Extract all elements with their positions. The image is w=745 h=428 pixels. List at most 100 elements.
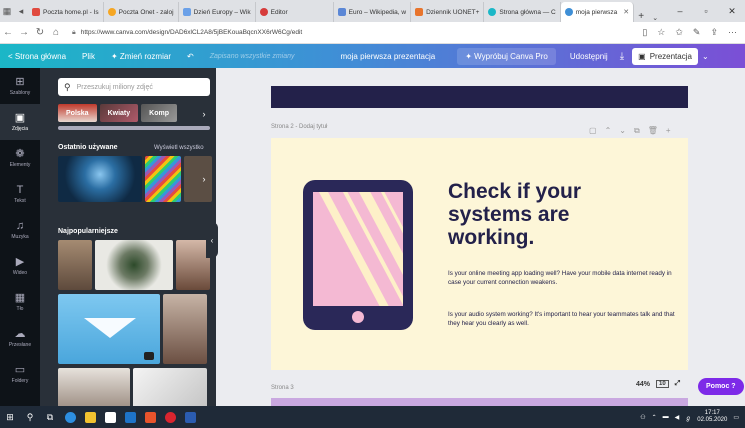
tab-actions-icon[interactable]: ▦ — [0, 0, 14, 22]
recent-photo-pencils[interactable] — [145, 156, 181, 202]
browser-tab[interactable]: Dzień Europy – Wik — [179, 2, 256, 22]
edge-icon[interactable] — [60, 406, 80, 428]
try-pro-button[interactable]: ✦ Wypróbuj Canva Pro — [457, 47, 556, 65]
rail-item-photos[interactable]: ▣ Zdjęcia — [0, 104, 40, 140]
browser-tab[interactable]: Poczta home.pl - Is — [28, 2, 104, 22]
popular-photo-desk[interactable] — [133, 368, 207, 406]
popular-photo-couch[interactable] — [58, 240, 92, 290]
page-2-label[interactable]: Strona 2 - Dodaj tytuł — [271, 124, 327, 130]
url-field[interactable]: 🔒︎ https://www.canva.com/design/DAD6xlCL… — [72, 25, 572, 41]
home-icon[interactable]: ⌂ — [48, 27, 64, 38]
word-icon[interactable] — [180, 406, 200, 428]
rail-item-background[interactable]: ▦ Tło — [0, 284, 40, 320]
reading-view-icon[interactable]: ▯ — [642, 27, 647, 38]
slide-body-paragraph-2[interactable]: Is your audio system working? It's impor… — [448, 310, 678, 328]
chip-polska[interactable]: Polska — [58, 104, 97, 122]
photo-search-input[interactable]: ⚲ Przeszukuj miliony zdjęć — [58, 78, 210, 96]
share-button[interactable]: Udostępnij — [562, 52, 616, 61]
system-clock[interactable]: 17:17 02.05.2020 — [697, 410, 727, 424]
close-window-icon[interactable]: ✕ — [719, 6, 745, 17]
recent-photo-bulbs[interactable] — [58, 156, 142, 202]
chevron-right-icon[interactable]: › — [198, 108, 210, 120]
recent-see-all-link[interactable]: Wyświetl wszystko — [154, 145, 204, 151]
popular-photo-woman[interactable] — [163, 294, 207, 364]
browser-tab[interactable]: Strona główna — C — [484, 2, 561, 22]
task-view-icon[interactable]: ⧉ — [40, 406, 60, 428]
page-count-badge[interactable]: 10 — [656, 380, 669, 388]
page-3-label[interactable]: Strona 3 — [271, 385, 294, 391]
chip-komputery[interactable]: Komp — [141, 104, 177, 122]
office-icon[interactable] — [140, 406, 160, 428]
person-icon[interactable]: ⚇ — [640, 414, 645, 421]
chevron-down-icon[interactable]: ⌄ — [702, 52, 709, 61]
rail-item-music[interactable]: ♫ Muzyka — [0, 212, 40, 248]
chip-kwiaty[interactable]: Kwiaty — [99, 104, 139, 122]
maximize-icon[interactable]: ▫ — [693, 6, 719, 16]
previous-slide[interactable] — [271, 86, 688, 108]
rail-item-templates[interactable]: ⊞ Szablony — [0, 68, 40, 104]
zoom-level[interactable]: 44% — [636, 381, 650, 388]
collapse-panel-icon[interactable]: ‹ — [206, 222, 218, 258]
new-tab-icon[interactable]: + — [634, 11, 648, 22]
tab-list-icon[interactable]: ⌄ — [648, 14, 662, 22]
rail-item-video[interactable]: ▶ Wideo — [0, 248, 40, 284]
trash-icon[interactable]: 🗑︎ — [648, 126, 658, 136]
pen-icon[interactable]: ✎ — [693, 27, 701, 38]
rail-item-text[interactable]: T Tekst — [0, 176, 40, 212]
reload-icon[interactable]: ↻ — [32, 27, 48, 38]
share-icon[interactable]: ⇪ — [710, 27, 718, 38]
popular-photo-paper-boat[interactable] — [58, 294, 160, 364]
duplicate-icon[interactable]: ⧉ — [634, 126, 640, 136]
notifications-icon[interactable]: ▭ — [733, 414, 739, 421]
mail-icon[interactable] — [120, 406, 140, 428]
fullscreen-icon[interactable]: ⤢ — [675, 380, 681, 388]
browser-actions: ▯ ☆ ✩ ✎ ⇪ ··· — [642, 27, 745, 38]
browser-tab[interactable]: Dziennik UONET+ — [411, 2, 485, 22]
design-title[interactable]: moja pierwsza prezentacja — [333, 52, 444, 61]
next-slide[interactable] — [271, 398, 688, 406]
download-icon[interactable]: ⤓ — [620, 51, 624, 62]
resize-button[interactable]: ✦ Zmień rozmiar — [103, 52, 179, 61]
minimize-icon[interactable]: – — [667, 6, 693, 16]
tray-chevron-up-icon[interactable]: ⌃ — [652, 414, 657, 421]
rail-item-uploads[interactable]: ☁ Przesłane — [0, 320, 40, 356]
more-icon[interactable]: ··· — [728, 27, 737, 38]
chevron-up-icon[interactable]: ⌃ — [605, 126, 612, 136]
browser-tab[interactable]: Euro – Wikipedia, w — [334, 2, 412, 22]
volume-icon[interactable]: ◀︎ — [675, 414, 680, 421]
language-icon[interactable]: ℊ — [685, 413, 691, 422]
back-icon[interactable]: ← — [0, 27, 16, 38]
explorer-icon[interactable] — [80, 406, 100, 428]
rail-item-folders[interactable]: ▭ Foldery — [0, 356, 40, 392]
favorites-icon[interactable]: ✩ — [675, 27, 683, 38]
browser-tab[interactable]: Poczta Onet - zaloj — [104, 2, 179, 22]
browser-tab-active[interactable]: moja pierwsza ✕ — [560, 2, 635, 22]
chevron-down-icon[interactable]: ⌄ — [619, 126, 626, 136]
popular-photo-couple[interactable] — [58, 368, 130, 406]
rail-item-elements[interactable]: ❁ Elementy — [0, 140, 40, 176]
popular-photo-girl[interactable] — [176, 240, 210, 290]
network-icon[interactable]: ▬ — [663, 414, 669, 420]
tab-back-icon[interactable]: ◂ — [14, 0, 28, 22]
windows-start-icon[interactable]: ⊞ — [0, 406, 20, 428]
store-icon[interactable] — [100, 406, 120, 428]
home-link[interactable]: < Strona główna — [0, 52, 74, 61]
help-button[interactable]: Pomoc ? — [698, 378, 744, 395]
present-button[interactable]: ▣ Prezentacja — [632, 47, 698, 65]
forward-icon[interactable]: → — [16, 27, 32, 38]
popular-photo-terrarium[interactable] — [95, 240, 173, 290]
add-page-icon[interactable]: + — [666, 126, 671, 136]
search-icon[interactable]: ⚲ — [20, 406, 40, 428]
opera-icon[interactable] — [160, 406, 180, 428]
file-menu[interactable]: Plik — [74, 52, 103, 61]
slide-2[interactable]: Check if your systems are working. Is yo… — [271, 138, 688, 370]
chevron-right-icon[interactable]: › — [198, 173, 210, 185]
slide-headline[interactable]: Check if your systems are working. — [448, 180, 658, 249]
undo-icon[interactable]: ↶ — [179, 52, 202, 61]
popular-row-2 — [58, 294, 207, 364]
close-tab-icon[interactable]: ✕ — [623, 8, 629, 16]
favorite-star-icon[interactable]: ☆ — [657, 27, 665, 38]
browser-tab[interactable]: Editor — [256, 2, 334, 22]
slide-body-paragraph-1[interactable]: Is your online meeting app loading well?… — [448, 269, 678, 287]
note-icon[interactable]: ▢ — [589, 126, 597, 136]
